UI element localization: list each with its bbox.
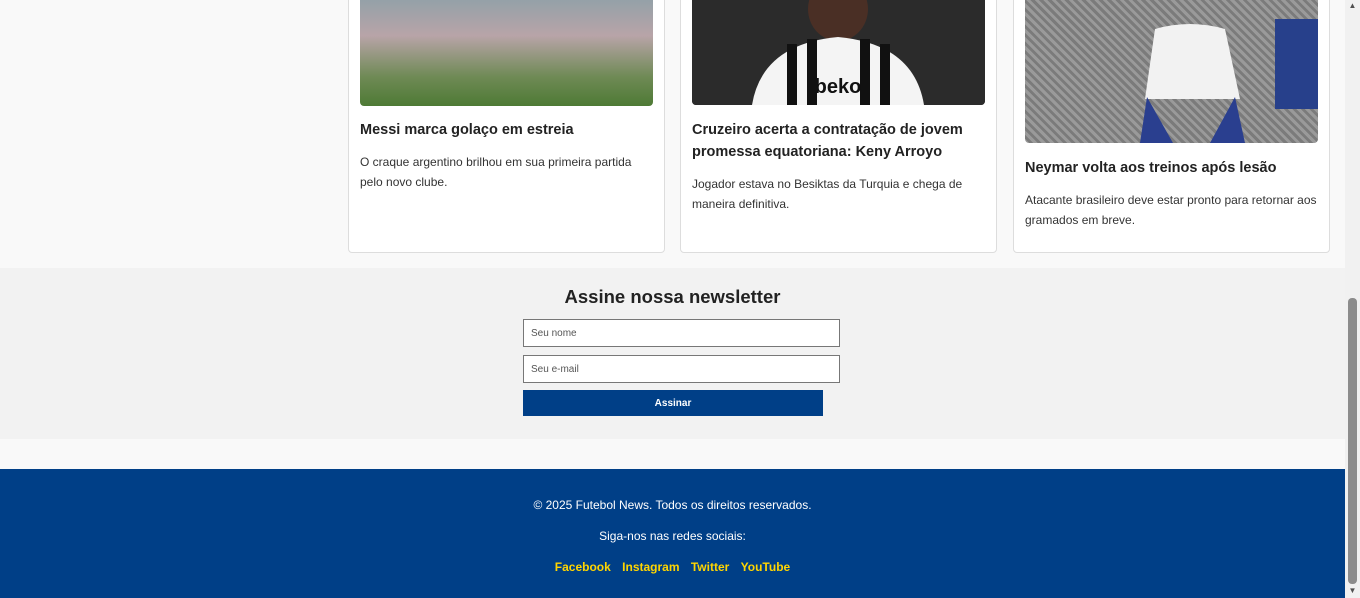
news-card[interactable]: Neymar volta aos treinos após lesão Atac… [1013,0,1330,253]
news-card-image[interactable] [360,0,653,106]
news-card[interactable]: beko Cruzeiro acerta a contratação de jo… [680,0,997,253]
copyright-text: © 2025 Futebol News. Todos os direitos r… [533,498,812,512]
news-cards: Messi marca golaço em estreia O craque a… [348,0,1330,253]
news-card-summary: O craque argentino brilhou em sua primei… [360,155,632,189]
facebook-link[interactable]: Facebook [555,560,611,574]
news-card[interactable]: Messi marca golaço em estreia O craque a… [348,0,665,253]
scroll-up-arrow-icon[interactable]: ▲ [1345,0,1360,15]
follow-text: Siga-nos nas redes sociais: [599,529,746,543]
news-card-title[interactable]: Neymar volta aos treinos após lesão [1025,157,1320,179]
news-card-title[interactable]: Messi marca golaço em estreia [360,119,655,141]
news-card-summary: Jogador estava no Besiktas da Turquia e … [692,177,963,211]
player-photo: beko [692,0,985,105]
twitter-link[interactable]: Twitter [691,560,729,574]
newsletter-section: Assine nossa newsletter Assinar [0,268,1345,439]
news-card-summary: Atacante brasileiro deve estar pronto pa… [1025,193,1317,227]
news-card-title[interactable]: Cruzeiro acerta a contratação de jovem p… [692,119,987,163]
svg-text:beko: beko [815,76,862,98]
news-card-image[interactable]: beko [692,0,985,105]
youtube-link[interactable]: YouTube [741,560,791,574]
player-photo [1140,19,1318,143]
scroll-down-arrow-icon[interactable]: ▼ [1345,583,1360,598]
site-footer: © 2025 Futebol News. Todos os direitos r… [0,469,1345,598]
news-card-image[interactable] [1025,0,1318,143]
name-input[interactable] [523,319,840,347]
instagram-link[interactable]: Instagram [622,560,679,574]
subscribe-button[interactable]: Assinar [523,390,823,416]
newsletter-title: Assine nossa newsletter [564,286,781,307]
scrollbar-thumb[interactable] [1348,298,1357,584]
email-input[interactable] [523,355,840,383]
social-links: Facebook Instagram Twitter YouTube [0,560,1345,574]
vertical-scrollbar[interactable]: ▲ ▼ [1345,0,1360,598]
